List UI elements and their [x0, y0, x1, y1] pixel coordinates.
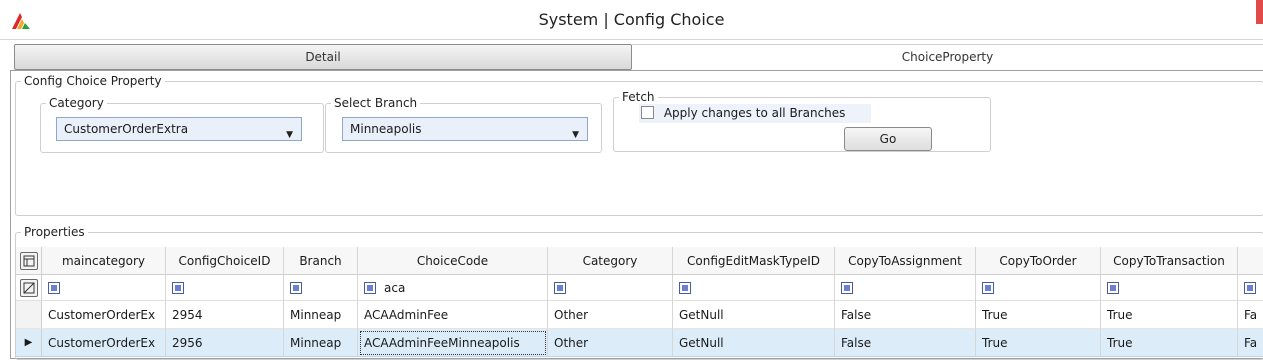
filter-cell-branch[interactable]: [284, 275, 358, 301]
category-select-value: CustomerOrderExtra: [64, 122, 189, 136]
filter-operator-icon[interactable]: [679, 281, 691, 294]
table-cell[interactable]: Other: [548, 301, 673, 329]
table-cell[interactable]: GetNull: [673, 329, 835, 357]
tab-detail[interactable]: Detail: [14, 44, 632, 70]
filter-operator-icon[interactable]: [554, 281, 566, 294]
table-cell[interactable]: True: [1101, 301, 1238, 329]
filter-operator-icon[interactable]: [364, 281, 376, 294]
apply-all-branches-checkbox[interactable]: Apply changes to all Branches: [639, 104, 871, 123]
table-cell[interactable]: CustomerOrderEx: [42, 329, 166, 357]
column-header-maincategory[interactable]: maincategory: [42, 247, 166, 275]
apply-all-branches-label: Apply changes to all Branches: [663, 106, 846, 120]
table-cell[interactable]: 2956: [166, 329, 284, 357]
table-cell[interactable]: True: [976, 329, 1101, 357]
checkbox-icon: [641, 106, 654, 119]
column-header-branch[interactable]: Branch: [284, 247, 358, 275]
tab-choiceproperty[interactable]: ChoiceProperty: [632, 44, 1263, 70]
row-indicator[interactable]: [16, 301, 42, 329]
filter-cell-configchoiceid[interactable]: [166, 275, 284, 301]
choicecode-filter-value: aca: [384, 280, 406, 295]
filter-operator-icon[interactable]: [172, 281, 184, 294]
table-cell[interactable]: False: [835, 329, 976, 357]
filter-cell-copytoassignment[interactable]: [835, 275, 976, 301]
column-header-overflow: [1238, 247, 1263, 275]
go-button[interactable]: Go: [844, 127, 932, 151]
filter-cell-overflow[interactable]: [1238, 275, 1263, 301]
column-header-category[interactable]: Category: [548, 247, 673, 275]
tab-strip: Detail ChoiceProperty: [10, 42, 1263, 72]
filter-cell-choicecode[interactable]: aca: [358, 275, 548, 301]
filter-operator-icon[interactable]: [982, 281, 994, 294]
table-cell[interactable]: Other: [548, 329, 673, 357]
table-cell[interactable]: CustomerOrderEx: [42, 301, 166, 329]
branch-select-value: Minneapolis: [350, 122, 422, 136]
filter-operator-icon[interactable]: [1107, 281, 1119, 294]
filter-operator-icon[interactable]: [841, 281, 853, 294]
title-bar: System | Config Choice: [0, 0, 1263, 40]
table-cell[interactable]: Minneap: [284, 329, 358, 357]
table-cell[interactable]: 2954: [166, 301, 284, 329]
table-cell[interactable]: Fa: [1238, 301, 1263, 329]
choiceproperty-panel: Config Choice Property Category Customer…: [10, 70, 1263, 360]
filter-cell-configeditmasktypeid[interactable]: [673, 275, 835, 301]
table-cell[interactable]: GetNull: [673, 301, 835, 329]
column-header-configchoiceid[interactable]: ConfigChoiceID: [166, 247, 284, 275]
filter-operator-icon[interactable]: [1244, 281, 1256, 294]
filter-operator-icon[interactable]: [48, 281, 60, 294]
column-header-choicecode[interactable]: ChoiceCode: [358, 247, 548, 275]
window-edge-marker: [1256, 0, 1263, 24]
column-header-copytoorder[interactable]: CopyToOrder: [976, 247, 1101, 275]
category-select[interactable]: CustomerOrderExtra ▼: [56, 117, 302, 141]
fetch-label: Fetch: [622, 90, 655, 104]
window-title: System | Config Choice: [538, 10, 725, 29]
table-cell[interactable]: ACAAdminFee: [358, 301, 548, 329]
grid-header-corner: [16, 247, 42, 275]
table-cell[interactable]: True: [1101, 329, 1238, 357]
row-indicator[interactable]: ▶: [16, 329, 42, 357]
filter-row-corner: [16, 275, 42, 301]
chevron-down-icon: ▼: [286, 130, 293, 140]
table-row-selected[interactable]: ▶ CustomerOrderEx 2956 Minneap ACAAdminF…: [16, 329, 1263, 357]
properties-grid: maincategory ConfigChoiceID Branch Choic…: [16, 247, 1263, 359]
properties-legend: Properties: [24, 225, 85, 239]
filter-cell-copytotransaction[interactable]: [1101, 275, 1238, 301]
column-header-copytoassignment[interactable]: CopyToAssignment: [835, 247, 976, 275]
table-cell[interactable]: True: [976, 301, 1101, 329]
filter-cell-maincategory[interactable]: [42, 275, 166, 301]
select-branch-label: Select Branch: [334, 96, 418, 110]
filter-operator-icon[interactable]: [290, 281, 302, 294]
table-cell[interactable]: Minneap: [284, 301, 358, 329]
clear-filter-icon[interactable]: [19, 278, 38, 297]
filter-cell-copytoorder[interactable]: [976, 275, 1101, 301]
table-cell[interactable]: False: [835, 301, 976, 329]
column-header-configeditmasktypeid[interactable]: ConfigEditMaskTypeID: [673, 247, 835, 275]
branch-select[interactable]: Minneapolis ▼: [342, 117, 588, 141]
table-row[interactable]: CustomerOrderEx 2954 Minneap ACAAdminFee…: [16, 301, 1263, 329]
category-label: Category: [49, 96, 104, 110]
column-header-copytotransaction[interactable]: CopyToTransaction: [1101, 247, 1238, 275]
table-cell[interactable]: Fa: [1238, 329, 1263, 357]
column-chooser-icon[interactable]: [19, 251, 38, 270]
grid-filter-row: aca: [16, 275, 1263, 301]
table-cell-focused[interactable]: ACAAdminFeeMinneapolis: [358, 329, 548, 357]
current-row-arrow-icon: ▶: [24, 337, 33, 348]
grid-header-row: maincategory ConfigChoiceID Branch Choic…: [16, 247, 1263, 275]
filter-cell-category[interactable]: [548, 275, 673, 301]
chevron-down-icon: ▼: [572, 130, 579, 140]
config-choice-property-legend: Config Choice Property: [24, 74, 162, 88]
